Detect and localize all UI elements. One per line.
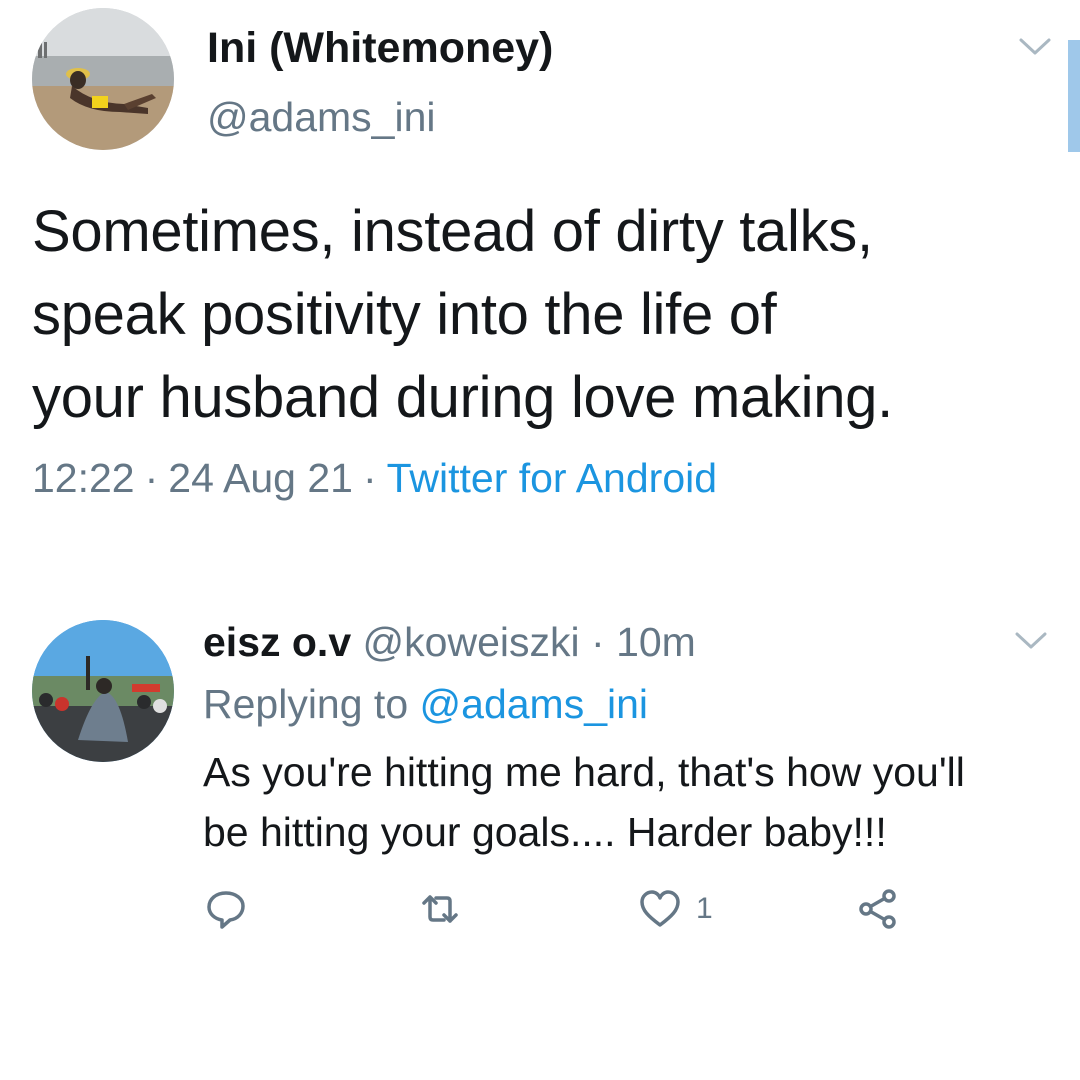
- reply-bubble-icon: [207, 891, 245, 929]
- retweet-icon: [422, 895, 458, 923]
- reply-menu-chevron-down-icon[interactable]: [1014, 630, 1048, 652]
- replying-to-mention[interactable]: @adams_ini: [420, 681, 649, 727]
- tweet-time[interactable]: 12:22: [32, 455, 135, 501]
- author-avatar[interactable]: [32, 8, 174, 150]
- profile-photo-beach-icon: [32, 8, 174, 150]
- tweet-menu-chevron-down-icon[interactable]: [1018, 36, 1052, 58]
- tweet-source-link[interactable]: Twitter for Android: [387, 455, 717, 501]
- replying-to-label: Replying to: [203, 681, 409, 727]
- share-button[interactable]: [856, 884, 900, 934]
- reply-author-avatar[interactable]: [32, 620, 174, 762]
- like-count: 1: [696, 892, 713, 925]
- author-display-name[interactable]: Ini (Whitemoney): [207, 22, 553, 74]
- reply-text: As you're hitting me hard, that's how yo…: [203, 749, 965, 855]
- share-icon: [859, 889, 896, 929]
- meta-separator: ·: [362, 455, 377, 501]
- reply-author-name[interactable]: eisz o.v: [203, 619, 351, 665]
- replying-to-line: Replying to @adams_ini: [203, 678, 648, 730]
- heart-icon: [640, 890, 680, 927]
- reply-button[interactable]: [204, 884, 248, 934]
- meta-separator: ·: [144, 455, 159, 501]
- reply-actions-bar: 1: [200, 884, 960, 934]
- tweet-date[interactable]: 24 Aug 21: [168, 455, 353, 501]
- header-separator: ·: [591, 619, 605, 665]
- scroll-indicator[interactable]: [1068, 40, 1080, 152]
- reply-age[interactable]: 10m: [616, 619, 696, 665]
- like-button[interactable]: 1: [638, 884, 713, 934]
- reply-header: eisz o.v @koweiszki · 10m: [203, 616, 696, 668]
- reply-tweet[interactable]: eisz o.v @koweiszki · 10m Replying to @a…: [0, 600, 1068, 980]
- reply-author-handle[interactable]: @koweiszki: [363, 619, 580, 665]
- retweet-button[interactable]: [418, 884, 462, 934]
- main-tweet: Ini (Whitemoney) @adams_ini Sometimes, i…: [0, 0, 1068, 560]
- author-handle[interactable]: @adams_ini: [207, 92, 436, 142]
- tweet-meta: 12:22 · 24 Aug 21 · Twitter for Android: [32, 452, 717, 504]
- profile-photo-protest-icon: [32, 620, 174, 762]
- tweet-text: Sometimes, instead of dirty talks, speak…: [32, 199, 893, 430]
